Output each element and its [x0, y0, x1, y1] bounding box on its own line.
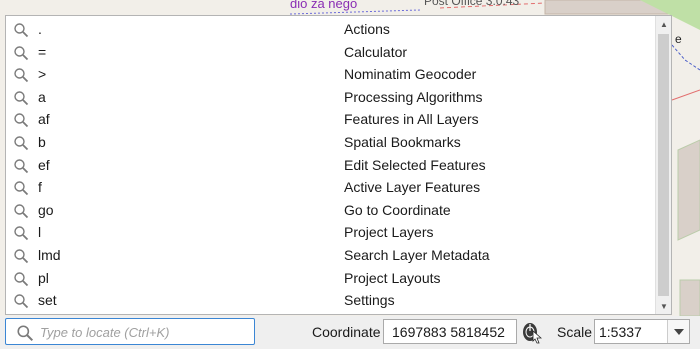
magnifier-icon: [14, 45, 29, 60]
filter-name: Nominatim Geocoder: [344, 66, 477, 83]
scale-label: Scale: [557, 324, 593, 340]
magnifier-icon: [14, 271, 29, 286]
filter-prefix: a: [38, 88, 46, 105]
coordinate-field[interactable]: 1697883 5818452: [383, 319, 517, 344]
filter-name: Spatial Bookmarks: [344, 134, 461, 150]
filter-name: Project Layers: [344, 224, 434, 241]
list-item[interactable]: pl Project Layouts: [6, 267, 656, 290]
scale-combobox[interactable]: 1:5337: [594, 319, 690, 344]
magnifier-icon: [14, 136, 29, 151]
filter-prefix: set: [38, 292, 57, 309]
magnifier-icon: [14, 204, 29, 218]
list-item[interactable]: = Calculator: [6, 41, 656, 64]
magnifier-icon: [14, 91, 29, 105]
list-item[interactable]: af Features in All Layers: [6, 108, 656, 131]
magnifier-icon: [14, 68, 29, 83]
list-item[interactable]: go Go to Coordinate: [6, 199, 656, 222]
filter-prefix: l: [38, 224, 42, 241]
filter-name: Active Layer Features: [344, 179, 481, 196]
magnifier-icon: [14, 113, 29, 128]
filter-name: Settings: [344, 292, 395, 309]
magnifier-icon: [14, 181, 29, 196]
map-label-edge: e: [675, 32, 682, 46]
status-bar: Coordinate 1697883 5818452 Scale 1:5337: [0, 316, 700, 349]
filter-name: Edit Selected Features: [344, 156, 486, 173]
list-item[interactable]: set Settings: [6, 289, 656, 312]
results-scrollbar[interactable]: ▲ ▼: [655, 16, 671, 314]
scale-value[interactable]: 1:5337: [599, 324, 642, 340]
magnifier-icon: [14, 294, 29, 309]
filter-name: Calculator: [344, 43, 408, 60]
locator-filter-list: . Actions = Calculator > Nominatim Geoco…: [6, 16, 656, 314]
scale-dropdown-button[interactable]: [667, 320, 689, 343]
filter-prefix: af: [38, 111, 50, 128]
filter-name: Project Layouts: [344, 269, 441, 286]
filter-prefix: pl: [38, 269, 49, 286]
list-item[interactable]: b Spatial Bookmarks: [6, 131, 656, 154]
chevron-down-icon: [673, 328, 684, 335]
locator-search-input[interactable]: [40, 322, 250, 342]
mouse-pointer-icon[interactable]: [520, 320, 542, 344]
filter-name: Processing Algorithms: [344, 88, 483, 105]
scroll-up-arrow-icon[interactable]: ▲: [656, 16, 672, 32]
list-item[interactable]: > Nominatim Geocoder: [6, 63, 656, 86]
locator-search-box[interactable]: [5, 318, 255, 345]
filter-name: Actions: [344, 21, 390, 37]
list-item[interactable]: a Processing Algorithms: [6, 86, 656, 109]
filter-name: Search Layer Metadata: [344, 247, 490, 263]
filter-prefix: go: [38, 201, 54, 218]
filter-prefix: =: [38, 43, 47, 60]
filter-prefix: lmd: [38, 247, 61, 263]
magnifier-icon: [14, 249, 29, 264]
magnifier-icon: [14, 226, 29, 241]
list-item[interactable]: lmd Search Layer Metadata: [6, 244, 656, 267]
list-item[interactable]: f Active Layer Features: [6, 176, 656, 199]
scrollbar-thumb[interactable]: [658, 34, 669, 296]
filter-prefix: ef: [38, 156, 50, 173]
list-item[interactable]: l Project Layers: [6, 221, 656, 244]
filter-prefix: f: [38, 179, 42, 196]
filter-prefix: b: [38, 134, 46, 150]
filter-prefix: .: [38, 21, 42, 37]
filter-name: Go to Coordinate: [344, 201, 451, 218]
magnifier-icon: [14, 23, 29, 38]
list-item[interactable]: . Actions: [6, 18, 656, 41]
coordinate-label: Coordinate: [312, 324, 381, 340]
filter-prefix: >: [38, 66, 47, 83]
scroll-down-arrow-icon[interactable]: ▼: [656, 298, 672, 314]
locator-results-popup: . Actions = Calculator > Nominatim Geoco…: [5, 15, 672, 315]
filter-name: Features in All Layers: [344, 111, 479, 128]
magnifier-icon: [14, 158, 29, 173]
map-label-purple: dio za nego: [290, 0, 358, 11]
magnifier-icon: [17, 325, 34, 342]
map-label-post-office: Post Office 3.0.43: [424, 0, 520, 8]
list-item[interactable]: ef Edit Selected Features: [6, 154, 656, 177]
